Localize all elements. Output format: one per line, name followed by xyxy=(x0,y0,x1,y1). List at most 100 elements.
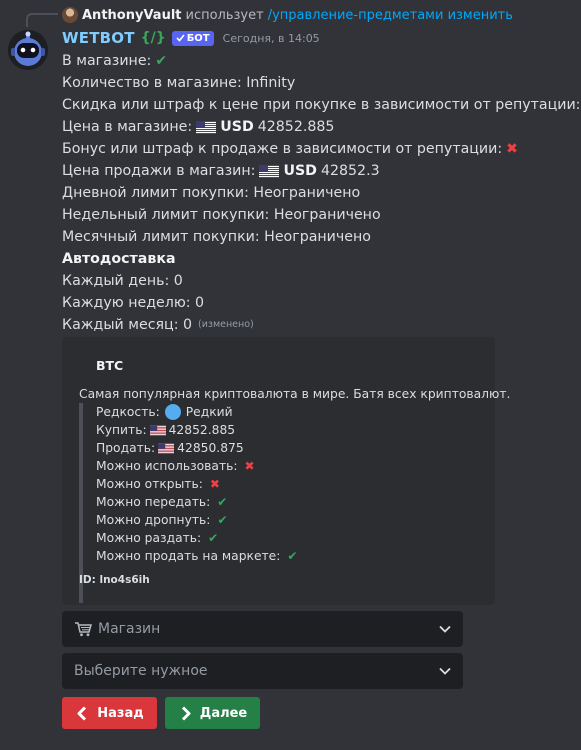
check-mark-icon: ✔ xyxy=(217,495,228,509)
shopping-cart-icon xyxy=(75,622,92,637)
autodelivery-title: Автодоставка xyxy=(62,251,176,267)
can-drop-label: Можно дропнуть: xyxy=(96,513,211,527)
cross-mark-icon: ✖ xyxy=(209,477,220,491)
back-button[interactable]: Назад xyxy=(62,697,157,729)
us-flag-icon xyxy=(149,424,166,436)
shop-price-value: 42852.885 xyxy=(257,119,335,135)
choose-select[interactable]: Выберите нужное xyxy=(62,653,463,689)
us-flag-icon xyxy=(259,164,280,178)
can-use-line: Можно использовать: ✖ xyxy=(96,457,474,475)
quantity-text: Количество в магазине: Infinity xyxy=(62,75,296,91)
message-header: WETBOT {/} БОТ Сегодня, в 14:05 xyxy=(62,28,320,48)
can-drop-line: Можно дропнуть: ✔ xyxy=(96,511,474,529)
arrow-left-icon xyxy=(77,705,87,721)
can-transfer-line: Можно передать: ✔ xyxy=(96,493,474,511)
can-use-label: Можно использовать: xyxy=(96,459,238,473)
arrow-right-icon xyxy=(181,705,191,721)
every-month-text: Каждый месяц: 0 xyxy=(62,317,193,333)
sell-reputation-line: Бонус или штраф к продаже в зависимости … xyxy=(62,138,572,160)
shop-price-line: Цена в магазине: USD 42852.885 xyxy=(62,116,572,138)
buy-reputation-line: Скидка или штраф к цене при покупке в за… xyxy=(62,94,580,116)
check-mark-icon: ✔ xyxy=(287,549,298,563)
message-content: В магазине: ✔ Количество в магазине: Inf… xyxy=(62,50,580,336)
check-mark-icon: ✔ xyxy=(217,513,228,527)
sell-label: Продать: xyxy=(96,441,156,455)
can-transfer-label: Можно передать: xyxy=(96,495,211,509)
next-button[interactable]: Далее xyxy=(165,697,260,729)
can-sell-market-label: Можно продать на маркете: xyxy=(96,549,281,563)
shop-price-label: Цена в магазине: xyxy=(62,119,193,135)
reply-command[interactable]: /управление-предметами изменить xyxy=(268,8,513,23)
buy-reputation-label: Скидка или штраф к цене при покупке в за… xyxy=(62,97,581,113)
every-week-line: Каждую неделю: 0 xyxy=(62,292,572,314)
every-month-line: Каждый месяц: 0 (изменено) xyxy=(62,314,572,336)
sell-price-value: 42852.3 xyxy=(320,163,380,179)
shop-price-currency: USD xyxy=(220,119,254,135)
weekly-limit-text: Недельный лимит покупки: Неограничено xyxy=(62,207,381,223)
quantity-line: Количество в магазине: Infinity xyxy=(62,72,572,94)
bot-tag: БОТ xyxy=(171,30,214,46)
cross-mark-icon: ✖ xyxy=(244,459,255,473)
embed-title: BTC xyxy=(96,358,124,373)
daily-limit-text: Дневной лимит покупки: Неограничено xyxy=(62,185,361,201)
bot-avatar[interactable] xyxy=(8,30,48,70)
daily-limit-line: Дневной лимит покупки: Неограничено xyxy=(62,182,572,204)
reply-verb: использует xyxy=(185,7,264,23)
rarity-line: Редкость: Редкий xyxy=(96,403,474,421)
item-embed: BTC Самая популярная криптовалюта в мире… xyxy=(62,337,510,605)
shop-select-label: Магазин xyxy=(98,621,161,637)
bot-name[interactable]: WETBOT xyxy=(62,29,135,47)
embed-description: Самая популярная криптовалюта в мире. Ба… xyxy=(79,387,511,401)
sell-line: Продать: 42850.875 xyxy=(96,439,474,457)
sell-price-label: Цена продажи в магазин: xyxy=(62,163,256,179)
bot-tag-label: БОТ xyxy=(186,32,210,44)
reply-connector xyxy=(26,13,58,27)
chevron-down-icon xyxy=(439,667,451,675)
every-day-line: Каждый день: 0 xyxy=(62,270,572,292)
shop-select-label-group: Магазин xyxy=(74,621,160,637)
can-open-line: Можно открыть: ✖ xyxy=(96,475,474,493)
buy-value: 42852.885 xyxy=(168,423,236,437)
check-mark-icon: ✔ xyxy=(208,531,219,545)
choose-select-placeholder: Выберите нужное xyxy=(74,663,208,679)
every-week-text: Каждую неделю: 0 xyxy=(62,295,205,311)
rarity-value: Редкий xyxy=(185,405,233,419)
in-shop-label: В магазине: xyxy=(62,53,152,69)
rarity-label: Редкость: xyxy=(96,405,160,419)
edited-marker[interactable]: (изменено) xyxy=(198,314,254,336)
can-sell-market-line: Можно продать на маркете: ✔ xyxy=(96,547,474,565)
check-mark-icon: ✔ xyxy=(155,53,168,69)
slash-command-icon: {/} xyxy=(140,30,166,46)
sell-reputation-label: Бонус или штраф к продаже в зависимости … xyxy=(62,141,503,157)
monthly-limit-text: Месячный лимит покупки: Неограничено xyxy=(62,229,371,245)
sell-price-line: Цена продажи в магазин: USD 42852.3 xyxy=(62,160,572,182)
blue-circle-icon xyxy=(164,404,181,420)
can-open-label: Можно открыть: xyxy=(96,477,203,491)
sell-price-currency: USD xyxy=(283,163,317,179)
reply-reference[interactable]: AnthonyVault использует /управление-пред… xyxy=(62,6,513,24)
next-button-label: Далее xyxy=(199,705,248,721)
reply-avatar[interactable] xyxy=(62,7,78,23)
shop-select[interactable]: Магазин xyxy=(62,611,463,647)
us-flag-icon xyxy=(196,120,217,134)
back-button-label: Назад xyxy=(97,705,144,721)
robot-icon xyxy=(8,30,48,70)
chevron-down-icon xyxy=(439,625,451,633)
can-give-label: Можно раздать: xyxy=(96,531,202,545)
can-give-line: Можно раздать: ✔ xyxy=(96,529,474,547)
us-flag-icon xyxy=(158,442,175,454)
verified-check-icon xyxy=(176,34,185,42)
embed-properties: Редкость: Редкий Купить: 42852.885 Прода… xyxy=(79,403,474,603)
buy-line: Купить: 42852.885 xyxy=(96,421,474,439)
reply-username[interactable]: AnthonyVault xyxy=(82,8,182,23)
monthly-limit-line: Месячный лимит покупки: Неограничено xyxy=(62,226,572,248)
every-day-text: Каждый день: 0 xyxy=(62,273,183,289)
autodelivery-heading: Автодоставка xyxy=(62,248,572,270)
cross-mark-icon: ✖ xyxy=(506,141,518,157)
message-timestamp[interactable]: Сегодня, в 14:05 xyxy=(223,32,320,45)
weekly-limit-line: Недельный лимит покупки: Неограничено xyxy=(62,204,572,226)
sell-value: 42850.875 xyxy=(177,441,244,455)
in-shop-line: В магазине: ✔ xyxy=(62,50,572,72)
buy-label: Купить: xyxy=(96,423,147,437)
embed-item-id: ID: lno4s6ih xyxy=(79,574,150,586)
